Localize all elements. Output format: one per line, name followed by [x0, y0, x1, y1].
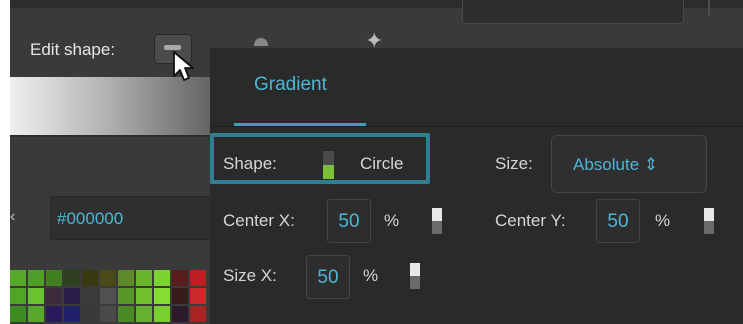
color-swatch[interactable]	[190, 270, 206, 286]
toggle-top	[432, 208, 442, 221]
shape-toggle[interactable]	[323, 151, 334, 179]
toggle-bottom	[410, 276, 420, 289]
center-y-label: Center Y:	[495, 211, 566, 230]
color-swatch[interactable]	[190, 288, 206, 304]
color-swatch[interactable]	[172, 288, 188, 304]
color-swatch[interactable]	[82, 288, 98, 304]
color-swatch[interactable]	[154, 270, 170, 286]
size-x-toggle[interactable]	[410, 263, 420, 289]
color-swatch[interactable]	[46, 288, 62, 304]
color-swatch[interactable]	[100, 270, 116, 286]
chevron-left-icon[interactable]: ‹	[10, 208, 15, 226]
color-swatch[interactable]	[118, 270, 134, 286]
mouse-pointer-icon	[173, 51, 194, 81]
top-divider	[708, 0, 710, 16]
size-x-percent: %	[363, 266, 379, 285]
center-x-toggle[interactable]	[432, 208, 442, 234]
tab-divider	[210, 126, 743, 127]
shape-toggle-off-segment	[323, 151, 334, 165]
top-field[interactable]	[462, 0, 684, 24]
color-swatch[interactable]	[82, 306, 98, 322]
editor-window: Edit shape: ✦ ‹ #000000 Gradient Shape: …	[10, 0, 743, 324]
color-swatch[interactable]	[10, 288, 26, 304]
color-swatch[interactable]	[172, 270, 188, 286]
center-y-input[interactable]: 50	[596, 199, 640, 243]
tab-gradient[interactable]: Gradient	[254, 74, 327, 96]
color-swatch[interactable]	[100, 306, 116, 322]
shape-value: Circle	[360, 154, 404, 173]
shape-toggle-on-segment	[323, 165, 334, 179]
center-y-percent: %	[655, 211, 671, 230]
size-x-label: Size X:	[223, 266, 277, 285]
size-label: Size:	[495, 154, 533, 173]
toggle-bottom	[704, 221, 714, 234]
color-swatch[interactable]	[190, 306, 206, 322]
toggle-top	[704, 208, 714, 221]
size-mode-select[interactable]: Absolute ⇕	[551, 135, 707, 193]
toggle-top	[410, 263, 420, 276]
color-swatch[interactable]	[136, 270, 152, 286]
hex-color-input[interactable]: #000000	[50, 196, 220, 240]
color-swatch[interactable]	[28, 306, 44, 322]
gradient-popover: Gradient Shape: Circle Size: Absolute ⇕ …	[210, 48, 743, 324]
color-swatch[interactable]	[46, 306, 62, 322]
color-swatch[interactable]	[82, 270, 98, 286]
color-swatch[interactable]	[154, 306, 170, 322]
color-swatch[interactable]	[46, 270, 62, 286]
color-swatch[interactable]	[118, 288, 134, 304]
color-swatch[interactable]	[154, 288, 170, 304]
color-swatch[interactable]	[28, 270, 44, 286]
center-y-toggle[interactable]	[704, 208, 714, 234]
color-swatch[interactable]	[136, 306, 152, 322]
half-circle-icon[interactable]	[254, 38, 268, 46]
shape-label: Shape:	[223, 154, 277, 173]
size-mode-value: Absolute ⇕	[573, 155, 659, 174]
center-x-label: Center X:	[223, 211, 295, 230]
color-swatch[interactable]	[100, 288, 116, 304]
color-swatch[interactable]	[136, 288, 152, 304]
color-swatch[interactable]	[10, 306, 26, 322]
up-down-arrows-icon: ⇕	[643, 155, 659, 174]
edit-shape-label: Edit shape:	[30, 40, 116, 59]
color-swatch[interactable]	[118, 306, 134, 322]
toggle-bottom	[432, 221, 442, 234]
color-swatch[interactable]	[28, 288, 44, 304]
color-swatch[interactable]	[172, 306, 188, 322]
color-swatch-grid	[10, 270, 224, 324]
color-swatch[interactable]	[64, 270, 80, 286]
left-divider	[10, 135, 220, 137]
color-swatch[interactable]	[64, 288, 80, 304]
size-x-input[interactable]: 50	[306, 255, 350, 299]
color-swatch[interactable]	[64, 306, 80, 322]
color-swatch[interactable]	[10, 270, 26, 286]
center-x-input[interactable]: 50	[327, 199, 371, 243]
center-x-percent: %	[384, 211, 400, 230]
